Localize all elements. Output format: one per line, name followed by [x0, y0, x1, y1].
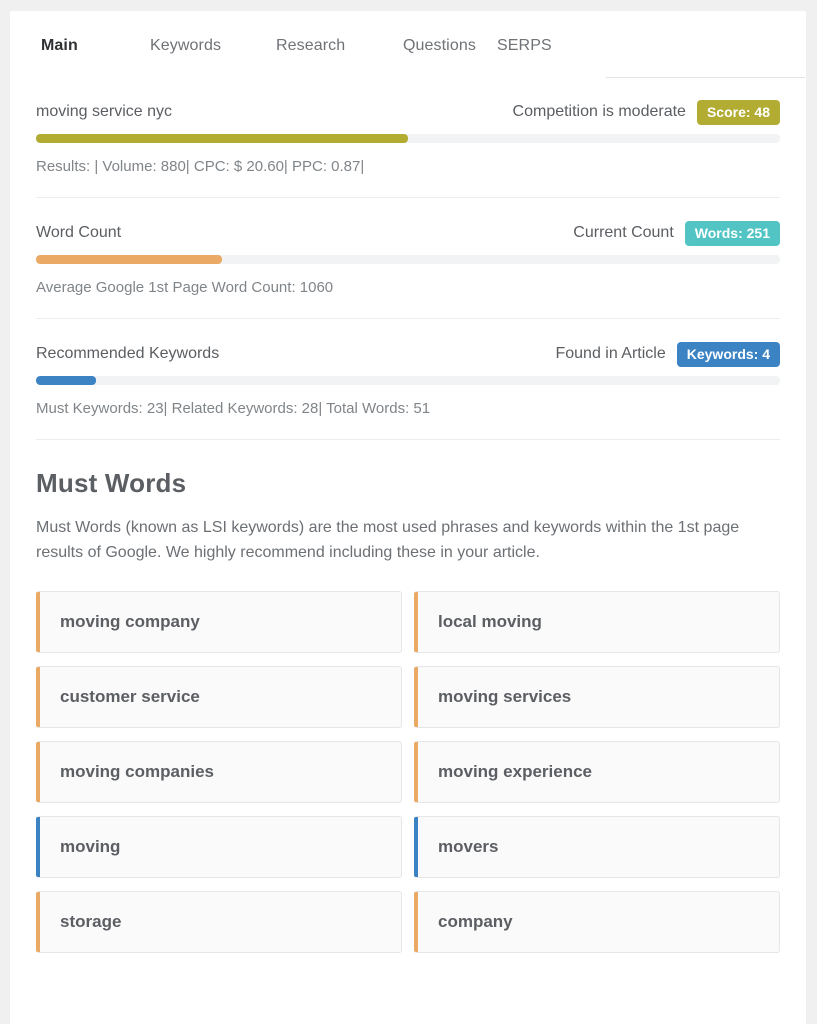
must-words-description: Must Words (known as LSI keywords) are t… [36, 519, 740, 561]
tab-main[interactable]: Main [41, 37, 150, 55]
metric-keyword-header: moving service nyc Competition is modera… [36, 99, 780, 125]
must-words-section: Must Words Must Words (known as LSI keyw… [10, 468, 806, 953]
must-words-grid: moving company local moving customer servi… [36, 590, 780, 953]
wordcount-progress-fill [36, 255, 222, 264]
metric-section-recommended: Recommended Keywords Found in Article Ke… [10, 319, 806, 440]
must-word-card[interactable]: storage [36, 890, 402, 953]
must-word-card[interactable]: customer service [36, 665, 402, 728]
main-panel: Main Keywords Research Questions SERPS m… [10, 11, 806, 1024]
must-word-label: local moving [438, 611, 542, 631]
keyword-stats: Results: | Volume: 880| CPC: $ 20.60| PP… [36, 158, 365, 175]
must-word-label: moving companies [60, 761, 214, 781]
must-word-card[interactable]: moving companies [36, 740, 402, 803]
must-word-label: moving experience [438, 761, 593, 781]
must-word-label: customer service [60, 686, 200, 706]
metric-keyword: moving service nyc Competition is modera… [36, 77, 780, 175]
tab-bar: Main Keywords Research Questions SERPS [10, 11, 806, 78]
metric-keyword-right: Competition is moderate Score: 48 [512, 99, 780, 125]
must-word-card[interactable]: company [414, 890, 780, 953]
must-word-card[interactable]: moving company [36, 590, 402, 653]
tab-questions[interactable]: Questions [403, 37, 497, 55]
keywords-badge: Keywords: 4 [676, 341, 780, 367]
tab-list: Main Keywords Research Questions SERPS [10, 11, 806, 55]
metric-wordcount-header: Word Count Current Count Words: 251 [36, 220, 780, 246]
must-word-label: company [438, 911, 513, 931]
recommended-stats: Must Keywords: 23| Related Keywords: 28|… [36, 400, 431, 417]
words-badge: Words: 251 [684, 220, 780, 246]
current-count-label: Current Count [573, 224, 674, 241]
must-word-label: moving services [438, 686, 572, 706]
metric-wordcount: Word Count Current Count Words: 251 Aver… [36, 198, 780, 296]
competition-status: Competition is moderate [512, 103, 686, 120]
wordcount-average: Average Google 1st Page Word Count: 1060 [36, 279, 334, 296]
score-badge: Score: 48 [696, 99, 780, 125]
must-words-heading: Must Words [36, 468, 187, 498]
keyword-title: moving service nyc [36, 103, 173, 120]
must-word-label: movers [438, 836, 499, 856]
must-word-label: moving [60, 836, 121, 856]
section-divider [36, 439, 780, 440]
tab-serps[interactable]: SERPS [497, 37, 567, 55]
metric-section-keyword: moving service nyc Competition is modera… [10, 77, 806, 198]
recommended-progress-fill [36, 376, 96, 385]
metric-wordcount-right: Current Count Words: 251 [573, 220, 780, 246]
metric-section-wordcount: Word Count Current Count Words: 251 Aver… [10, 198, 806, 319]
must-word-card[interactable]: moving services [414, 665, 780, 728]
wordcount-progress-track [36, 255, 780, 264]
must-word-card[interactable]: moving experience [414, 740, 780, 803]
competition-progress-fill [36, 134, 408, 143]
must-word-card[interactable]: movers [414, 815, 780, 878]
tab-research[interactable]: Research [276, 37, 403, 55]
must-word-card[interactable]: moving [36, 815, 402, 878]
tab-keywords[interactable]: Keywords [150, 37, 276, 55]
must-word-label: storage [60, 911, 122, 931]
recommended-title: Recommended Keywords [36, 345, 220, 362]
found-in-article-label: Found in Article [555, 345, 666, 362]
recommended-progress-track [36, 376, 780, 385]
must-word-label: moving company [60, 611, 200, 631]
metric-recommended: Recommended Keywords Found in Article Ke… [36, 319, 780, 417]
metric-recommended-right: Found in Article Keywords: 4 [555, 341, 780, 367]
metric-recommended-header: Recommended Keywords Found in Article Ke… [36, 341, 780, 367]
wordcount-title: Word Count [36, 224, 122, 241]
must-word-card[interactable]: local moving [414, 590, 780, 653]
competition-progress-track [36, 134, 780, 143]
